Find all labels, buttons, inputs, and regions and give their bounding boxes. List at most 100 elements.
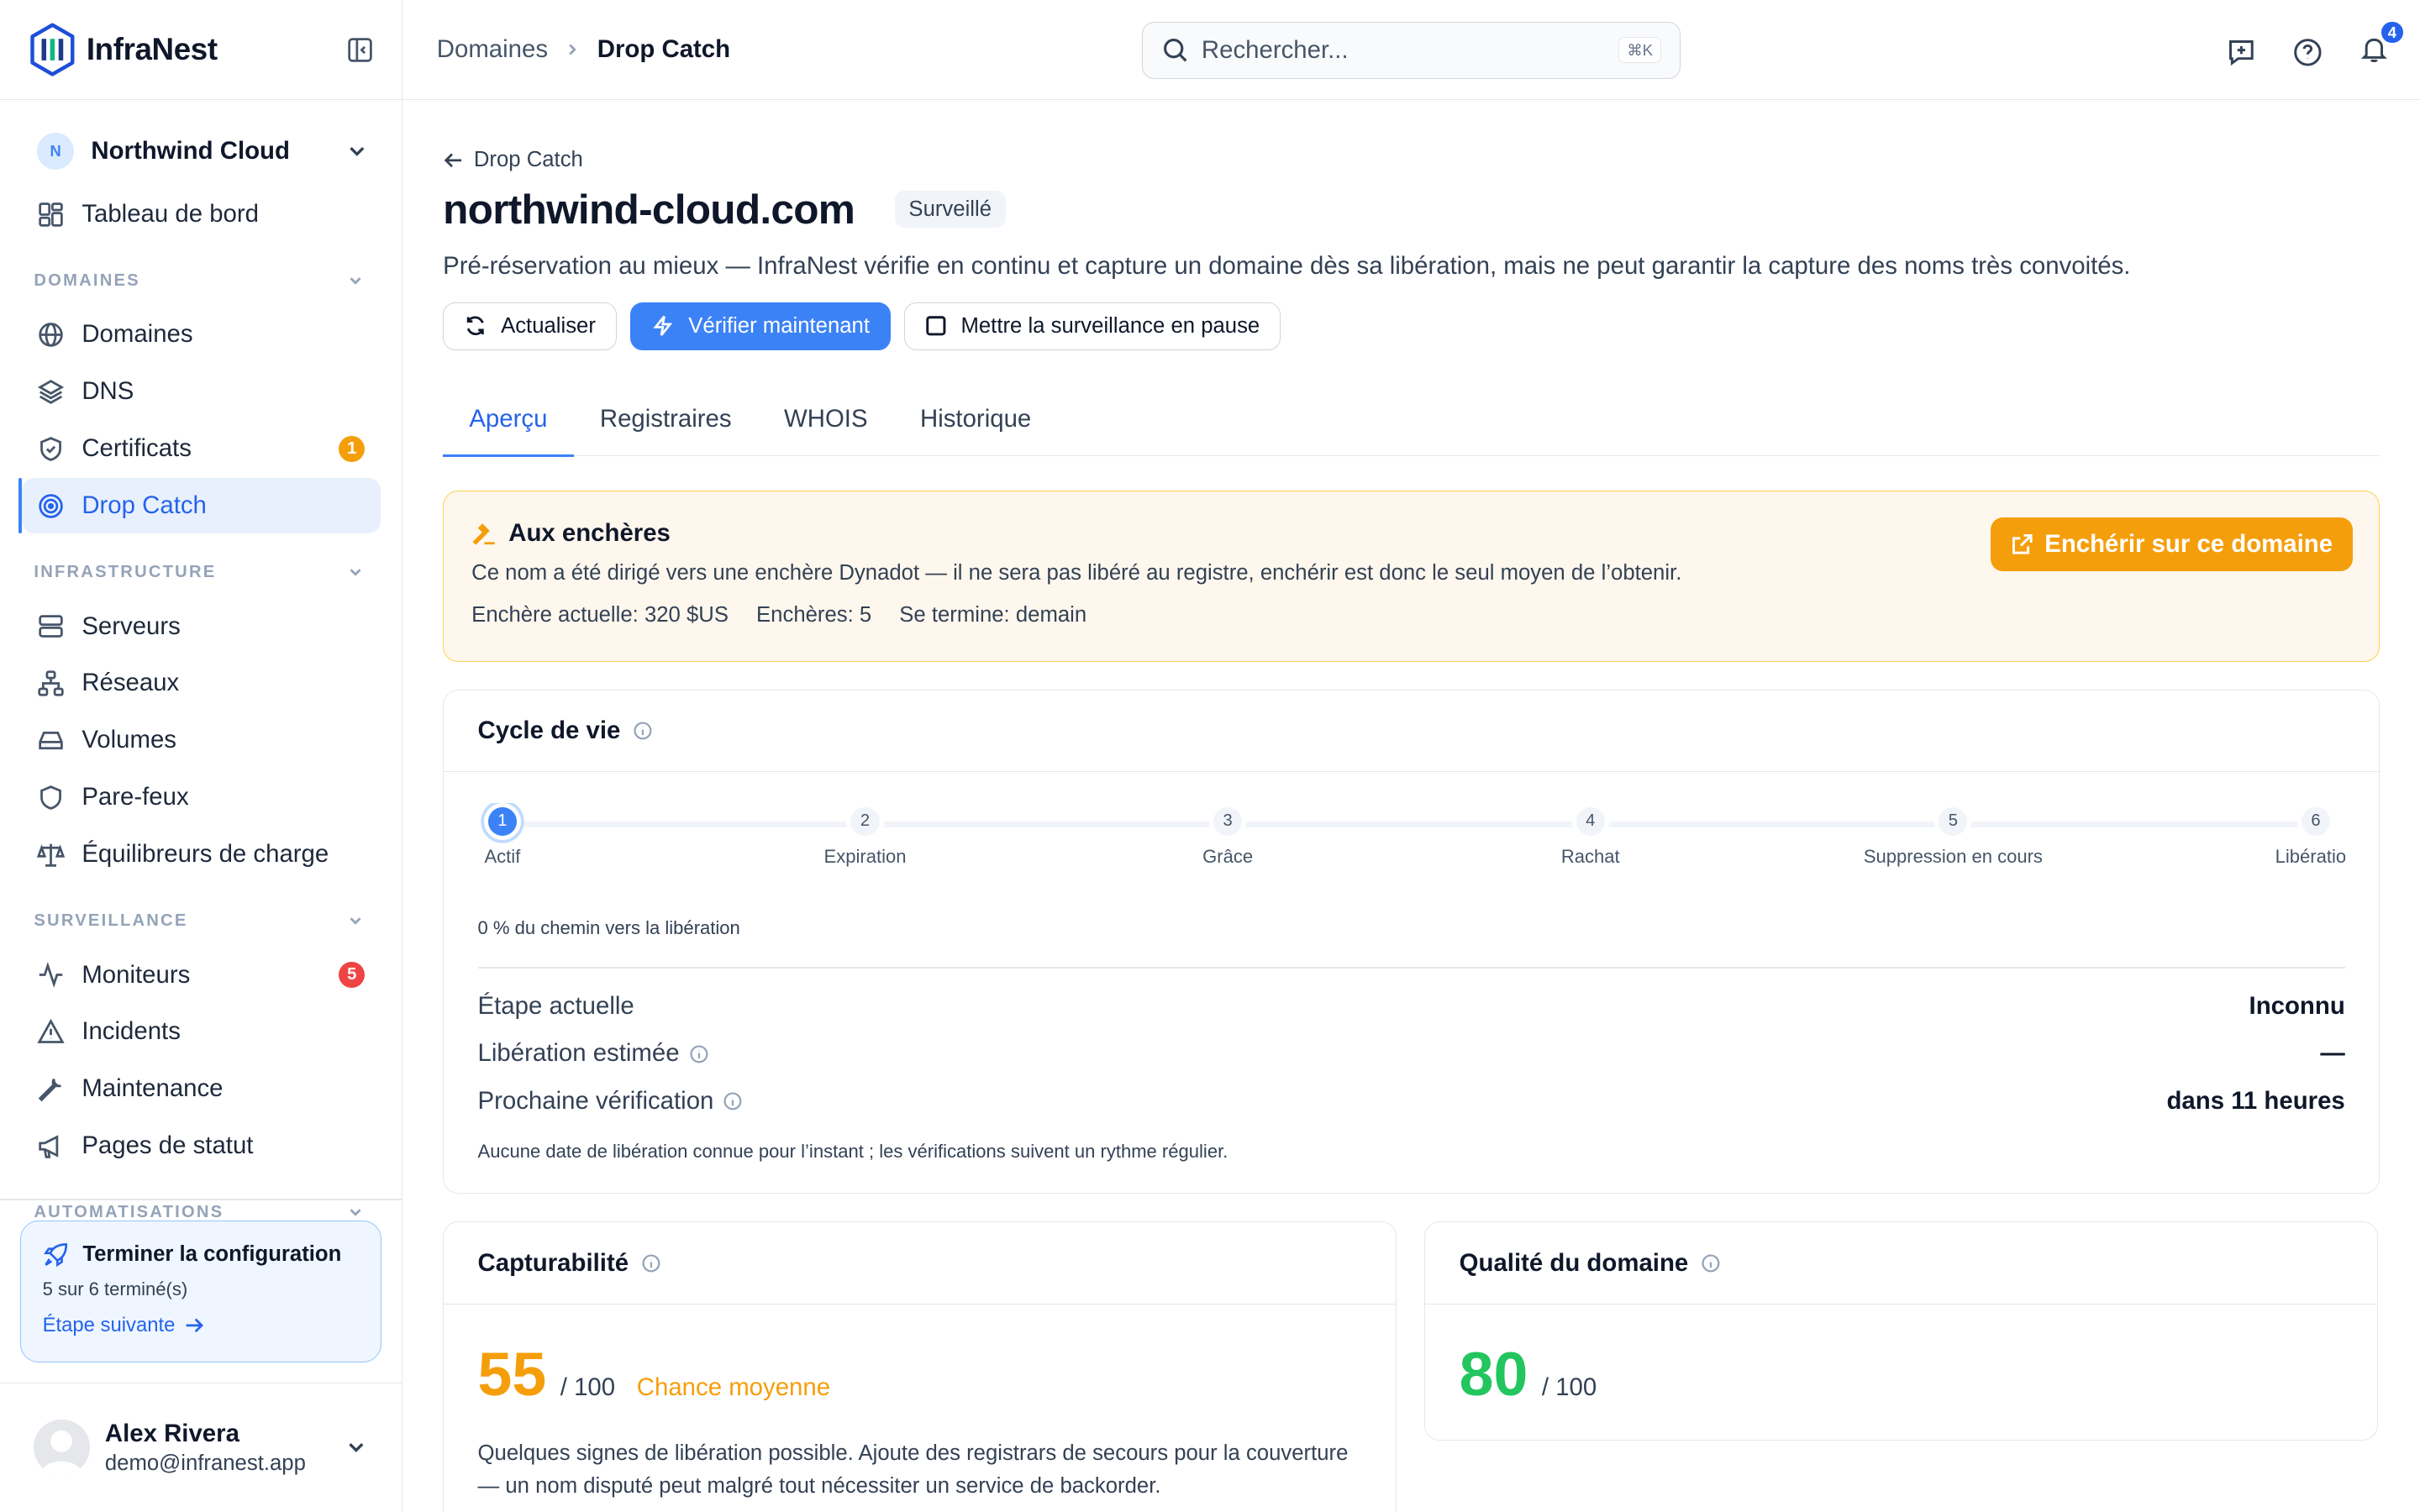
- hard-drive-icon: [39, 731, 63, 749]
- sidebar-item-dashboard[interactable]: Tableau de bord: [22, 186, 381, 242]
- tab-registrars[interactable]: Registraires: [574, 382, 758, 455]
- detail-row-estimated-release: Libération estimée —: [478, 1030, 2345, 1078]
- section-domains[interactable]: DOMAINES: [22, 264, 381, 297]
- info-icon[interactable]: [1701, 1253, 1721, 1273]
- next-step-link[interactable]: Étape suivante: [43, 1314, 359, 1337]
- search-input[interactable]: Rechercher... ⌘K: [1142, 21, 1681, 79]
- sidebar-item-drop-catch[interactable]: Drop Catch: [18, 478, 381, 534]
- user-menu[interactable]: Alex Rivera demo@infranest.app: [0, 1382, 402, 1512]
- sidebar-item-firewalls[interactable]: Pare-feux: [22, 769, 381, 825]
- sidebar-item-label: Pare-feux: [82, 783, 189, 811]
- detail-row-next-check: Prochaine vérification dans 11 heures: [478, 1078, 2345, 1126]
- external-link-icon: [2012, 534, 2033, 554]
- step-number: 2: [846, 802, 884, 840]
- lifecycle-progress-text: 0 % du chemin vers la libération: [477, 916, 740, 938]
- main-content: Drop Catch northwind-cloud.com Surveillé…: [443, 100, 2381, 1512]
- tab-overview[interactable]: Aperçu: [443, 382, 574, 459]
- back-link-label: Drop Catch: [473, 148, 583, 172]
- step-number: 3: [1209, 802, 1247, 840]
- info-icon[interactable]: [641, 1253, 661, 1273]
- auction-stats: Enchère actuelle: 320 $US Enchères: 5 Se…: [471, 603, 2351, 627]
- sidebar-item-certificates[interactable]: Certificats 1: [22, 421, 381, 476]
- breadcrumb-domains[interactable]: Domaines: [437, 35, 548, 64]
- capturability-note: Quelques signes de libération possible. …: [477, 1441, 1349, 1498]
- step-label: Suppression en cours: [1863, 846, 2043, 868]
- tab-whois[interactable]: WHOIS: [758, 382, 894, 455]
- chevron-down-icon: [350, 147, 365, 156]
- tab-history[interactable]: Historique: [894, 382, 1058, 455]
- lifecycle-title: Cycle de vie: [477, 716, 621, 744]
- lifecycle-stepper: 1 Actif 2 Expiration 3 Grâce 4 Rachat 5 Suppressi…: [478, 802, 2345, 895]
- server-icon: [39, 615, 63, 638]
- infranest-logo-icon: [30, 23, 75, 76]
- certificates-count-badge: 1: [339, 435, 366, 462]
- step-number: 1: [483, 802, 521, 840]
- refresh-button[interactable]: Actualiser: [443, 302, 617, 350]
- lifecycle-step: 3 Grâce: [1120, 802, 1336, 868]
- section-infrastructure[interactable]: INFRASTRUCTURE: [22, 555, 381, 589]
- detail-value: dans 11 heures: [2166, 1087, 2345, 1116]
- sidebar-item-networks[interactable]: Réseaux: [22, 655, 381, 711]
- check-now-button[interactable]: Vérifier maintenant: [630, 302, 891, 350]
- detail-label-wrap: Libération estimée: [478, 1039, 709, 1068]
- sidebar-item-monitors[interactable]: Moniteurs 5: [22, 947, 381, 1002]
- user-avatar-icon: [39, 1431, 84, 1476]
- current-bid-label: Enchère actuelle:: [471, 602, 639, 627]
- sidebar-item-label: Domaines: [82, 320, 193, 349]
- section-title: AUTOMATISATIONS: [34, 1202, 224, 1221]
- gavel-icon: [472, 523, 495, 545]
- auction-bids: Enchères: 5: [756, 603, 871, 627]
- score-max: / 100: [560, 1373, 616, 1402]
- sidebar-item-domains[interactable]: Domaines: [22, 307, 381, 362]
- tab-bar: Aperçu Registraires WHOIS Historique: [443, 382, 2381, 459]
- sidebar-item-label: Incidents: [82, 1017, 181, 1046]
- sidebar-item-maintenance[interactable]: Maintenance: [22, 1061, 381, 1116]
- domain-quality-card: Qualité du domaine 80 / 100: [1424, 1221, 2379, 1441]
- sidebar-item-incidents[interactable]: Incidents: [22, 1004, 381, 1059]
- pause-monitoring-button[interactable]: Mettre la surveillance en pause: [904, 302, 1281, 350]
- org-switcher[interactable]: N Northwind Cloud: [37, 128, 368, 174]
- user-email: demo@infranest.app: [104, 1451, 306, 1475]
- info-icon[interactable]: [723, 1091, 743, 1111]
- sidebar-nav: Tableau de bord DOMAINES Domaines DNS Ce…: [0, 186, 402, 1223]
- shield-check-icon: [40, 437, 61, 461]
- detail-label-wrap: Prochaine vérification: [478, 1087, 744, 1116]
- section-monitoring[interactable]: SURVEILLANCE: [22, 904, 381, 937]
- collapse-sidebar-icon[interactable]: [346, 36, 374, 64]
- score-max: / 100: [1541, 1373, 1597, 1402]
- sidebar: InfraNest N Northwind Cloud Tableau de b…: [0, 0, 403, 1512]
- section-title: INFRASTRUCTURE: [34, 562, 217, 581]
- info-icon[interactable]: [633, 721, 653, 741]
- info-icon[interactable]: [689, 1044, 709, 1064]
- sidebar-item-dns[interactable]: DNS: [22, 364, 381, 419]
- chevron-down-icon: [350, 569, 361, 576]
- sidebar-item-load-balancers[interactable]: Équilibreurs de charge: [22, 827, 381, 882]
- target-icon: [39, 494, 63, 518]
- topbar: Domaines Drop Catch Rechercher... ⌘K 4: [402, 0, 2420, 101]
- lifecycle-note: Aucune date de libération connue pour l’…: [477, 1141, 1228, 1163]
- status-badge: Surveillé: [894, 191, 1006, 228]
- help-icon[interactable]: [2292, 37, 2323, 68]
- step-number: 6: [2296, 802, 2335, 840]
- rocket-icon: [43, 1242, 67, 1267]
- auction-banner: Aux enchères Ce nom a été dirigé vers un…: [443, 490, 2381, 662]
- detail-label: Prochaine vérification: [477, 1087, 714, 1116]
- sidebar-item-servers[interactable]: Serveurs: [22, 598, 381, 654]
- setup-title: Terminer la configuration: [43, 1242, 359, 1268]
- capturability-score: 55 / 100 Chance moyenne: [444, 1305, 1396, 1410]
- refresh-icon: [466, 316, 484, 336]
- megaphone-icon: [39, 1135, 59, 1158]
- feedback-icon[interactable]: [2226, 37, 2257, 68]
- activity-icon: [39, 962, 63, 988]
- setup-title-text: Terminer la configuration: [82, 1242, 342, 1266]
- sidebar-item-volumes[interactable]: Volumes: [22, 712, 381, 768]
- lifecycle-step: 5 Suppression en cours: [1845, 802, 2061, 868]
- globe-icon: [39, 323, 63, 347]
- capturability-score-value: 55: [477, 1339, 547, 1410]
- notifications-button[interactable]: 4: [2359, 19, 2405, 71]
- bid-button-label: Enchérir sur ce domaine: [2044, 530, 2333, 559]
- sidebar-item-status-pages[interactable]: Pages de statut: [22, 1118, 381, 1173]
- bid-on-domain-button[interactable]: Enchérir sur ce domaine: [1990, 517, 2353, 572]
- capturability-header: Capturabilité: [444, 1222, 1397, 1305]
- back-link[interactable]: Drop Catch: [443, 148, 2380, 172]
